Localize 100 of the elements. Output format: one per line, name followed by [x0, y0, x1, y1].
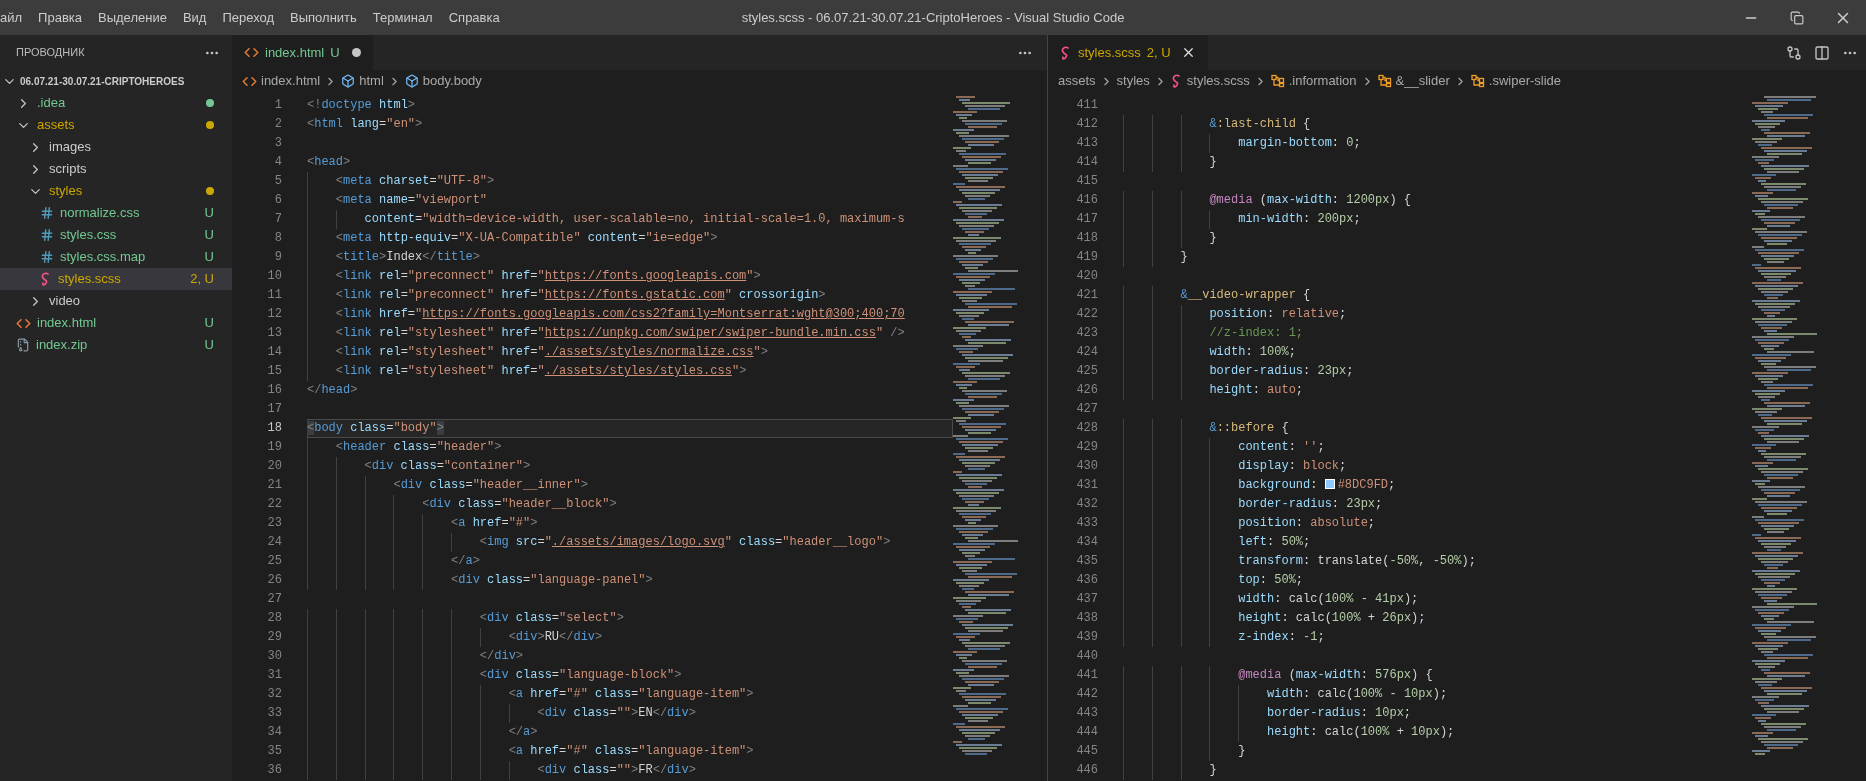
line-number: 16	[266, 382, 282, 399]
folder-item[interactable]: .idea	[0, 92, 232, 114]
restore-icon[interactable]	[1790, 10, 1804, 25]
split-editor-icon[interactable]	[1814, 44, 1830, 61]
line-number: 443	[1075, 705, 1098, 722]
breadcrumb-item[interactable]: styles.scss	[1170, 71, 1250, 91]
line-number: 441	[1075, 667, 1098, 684]
menu-item[interactable]: Выполнить	[282, 3, 365, 32]
folder-item[interactable]: 06.07.21-30.07.21-CRIPTOHEROES	[0, 70, 232, 92]
line-number: 36	[266, 762, 282, 779]
color-swatch[interactable]	[1324, 479, 1335, 489]
folder-item[interactable]: assets	[0, 114, 232, 136]
folder-item[interactable]: images	[0, 136, 232, 158]
line-number: 439	[1075, 629, 1098, 646]
breadcrumb-item[interactable]: .swiper-slide	[1470, 71, 1562, 91]
menu-item[interactable]: Терминал	[364, 3, 441, 32]
code-line: <a href="#">	[307, 514, 953, 533]
line-number: 10	[266, 268, 282, 285]
menu-item[interactable]: Переход	[214, 3, 283, 32]
line-number: 20	[266, 458, 282, 475]
line-number: 435	[1075, 553, 1098, 570]
line-number: 416	[1075, 192, 1098, 209]
line-number: 433	[1075, 515, 1098, 532]
line-number: 27	[266, 591, 282, 608]
code-line: content="width=device-width, user-scalable=no, initial-scale=1.0, maximum-s	[307, 210, 953, 229]
breadcrumb-item[interactable]: body.body	[404, 71, 482, 91]
code-line: <meta charset="UTF-8">	[307, 172, 953, 191]
code-line: <div class="language-block">	[307, 666, 953, 685]
file-item[interactable]: styles.scss 2, U	[0, 268, 232, 290]
code-line: }	[1123, 248, 1752, 267]
selector-icon	[1377, 74, 1392, 88]
line-number: 21	[266, 477, 282, 494]
compare-icon[interactable]	[1786, 44, 1802, 61]
folder-item[interactable]: styles	[0, 180, 232, 202]
file-item[interactable]: normalize.css U	[0, 202, 232, 224]
file-item[interactable]: index.html U	[0, 312, 232, 334]
line-number: 413	[1075, 135, 1098, 152]
breadcrumb-item[interactable]: html	[341, 71, 384, 91]
sass-file-icon	[40, 272, 52, 286]
git-status-label: U	[204, 248, 214, 267]
breadcrumb-item[interactable]: index.html	[242, 71, 321, 91]
code-line: height: auto;	[1123, 381, 1752, 400]
menu-item[interactable]: Выделение	[90, 3, 175, 32]
menu-item[interactable]: Вид	[174, 3, 215, 32]
line-number: 19	[266, 439, 282, 456]
code-line: transform: translate(-50%, -50%);	[1123, 552, 1752, 571]
line-number: 1	[273, 97, 282, 114]
line-number: 3	[273, 135, 282, 152]
code-line: <link rel="preconnect" href="https://fonts.gstatic.com" crossorigin>	[307, 286, 953, 305]
line-number: 425	[1075, 363, 1098, 380]
breadcrumb-item[interactable]: assets	[1058, 71, 1096, 91]
line-number: 30	[266, 648, 282, 665]
window-title: styles.scss - 06.07.21-30.07.21-CriptoHeroes - Visual Studio Code	[741, 8, 1125, 27]
folder-item[interactable]: scripts	[0, 158, 232, 180]
breadcrumb-item[interactable]: styles	[1116, 71, 1150, 91]
code-line: </div>	[307, 647, 953, 666]
code-line: <link rel="stylesheet" href="./assets/styles/styles.css">	[307, 362, 953, 381]
code-line: border-radius: 23px;	[1123, 495, 1752, 514]
file-item[interactable]: styles.css U	[0, 224, 232, 246]
line-number: 29	[266, 629, 282, 646]
code-line: <div>RU</div>	[307, 628, 953, 647]
menu-item[interactable]: Справка	[440, 3, 508, 32]
menu-item[interactable]: Правка	[30, 3, 90, 32]
code-line: <a href="#" class="language-item">	[307, 685, 953, 704]
git-status-label: U	[204, 336, 214, 355]
line-number: 432	[1075, 496, 1098, 513]
code-line: <header class="header">	[307, 438, 953, 457]
menu-item[interactable]: айл	[0, 3, 31, 32]
editor-tab[interactable]: index.html U	[232, 35, 373, 70]
line-number: 12	[266, 306, 282, 323]
code-line: <div class="select">	[307, 609, 953, 628]
sass-file-icon	[1170, 74, 1183, 88]
line-number: 420	[1075, 268, 1098, 285]
code-line: position: absolute;	[1123, 514, 1752, 533]
line-number: 418	[1075, 230, 1098, 247]
breadcrumb-item[interactable]: &__slider	[1377, 71, 1450, 91]
code-line: <img src="./assets/images/logo.svg" class="header__logo">	[307, 533, 953, 552]
editor-tab[interactable]: styles.scss 2, U	[1048, 35, 1208, 70]
line-number: 415	[1075, 173, 1098, 190]
cube-icon	[404, 74, 419, 88]
panel-title: ПРОВОДНИК	[16, 45, 85, 61]
line-number: 11	[266, 287, 282, 304]
line-number: 23	[266, 515, 282, 532]
line-number: 7	[273, 211, 282, 228]
code-line: width: calc(100% - 41px);	[1123, 590, 1752, 609]
line-number: 14	[266, 344, 282, 361]
line-number: 6	[273, 192, 282, 209]
code-line: <meta name="viewport"	[307, 191, 953, 210]
code-line: <div class="">FR</div>	[307, 761, 953, 780]
code-line: &::before {	[1123, 419, 1752, 438]
file-item[interactable]: index.zip U	[0, 334, 232, 356]
line-number: 414	[1075, 154, 1098, 171]
code-line: &:last-child {	[1123, 115, 1752, 134]
file-item[interactable]: styles.css.map U	[0, 246, 232, 268]
folder-item[interactable]: video	[0, 290, 232, 312]
code-line: border-radius: 10px;	[1123, 704, 1752, 723]
code-line: //z-index: 1;	[1123, 324, 1752, 343]
breadcrumb-item[interactable]: .information	[1270, 71, 1357, 91]
line-number: 15	[266, 363, 282, 380]
line-number: 436	[1075, 572, 1098, 589]
